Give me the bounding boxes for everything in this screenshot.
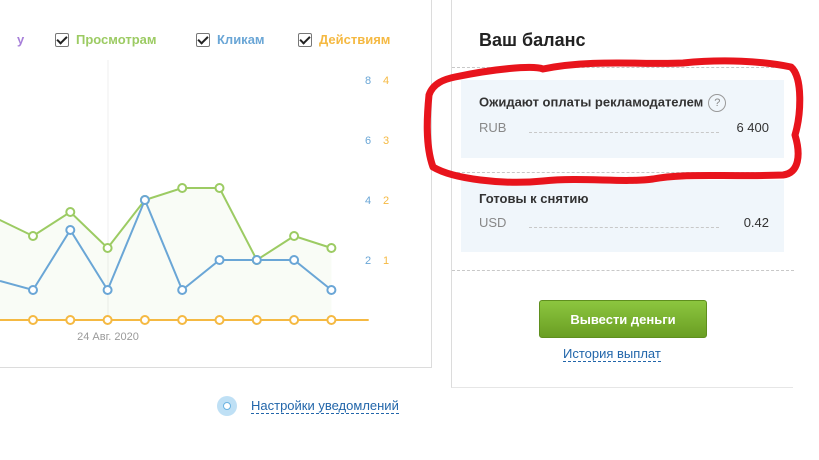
data-point [28,231,38,241]
data-point [289,315,300,325]
data-point [65,225,76,235]
withdraw-button[interactable]: Вывести деньги [539,300,707,338]
payout-history-link[interactable]: История выплат [563,346,661,362]
y-left-tick-label: 8 [365,75,371,87]
eye-icon [217,396,237,416]
divider [452,270,794,271]
x-tick-label: 24 Авг. 2020 [77,331,139,343]
data-point [214,255,225,265]
divider [452,67,794,68]
data-point [139,315,150,325]
y-left-tick-label: 6 [365,135,371,147]
ready-title: Готовы к снятию [479,191,589,206]
data-point [65,207,76,217]
data-point [177,285,188,295]
data-point [251,255,262,265]
notification-settings[interactable]: Настройки уведомлений [217,396,399,416]
y-right-tick-label: 2 [383,195,389,207]
data-point [214,183,225,193]
balance-title: Ваш баланс [479,30,586,50]
data-point [326,243,337,253]
balance-panel: Ваш баланс Ожидают оплаты рекламодателем… [451,0,794,388]
line-chart: 8642432124 Авг. 2020 [0,60,389,343]
data-point [326,285,337,295]
dotted-leader [529,132,719,133]
data-point [326,315,337,325]
pending-balance-card: Ожидают оплаты рекламодателем? RUB 6 400 [461,80,784,158]
dotted-leader [529,227,719,228]
data-point [139,195,150,205]
ready-currency: USD [479,215,507,230]
notification-settings-link[interactable]: Настройки уведомлений [251,398,399,414]
data-point [289,231,300,241]
data-point [177,183,188,193]
y-right-tick-label: 1 [383,255,389,267]
y-left-tick-label: 2 [365,255,371,267]
ready-amount: 0.42 [743,215,769,230]
data-point [65,315,76,325]
data-point [214,315,225,325]
pending-row: RUB 6 400 [479,120,769,138]
pending-currency: RUB [479,120,507,135]
data-point [177,315,188,325]
series-area-views [0,188,332,320]
data-point [28,285,38,295]
stats-chart-panel: у Просмотрам Кликам Действиям 8 6 4 2 4 3 2 1 24… [0,0,432,368]
help-icon[interactable]: ? [708,94,727,112]
ready-row: USD 0.42 [479,215,769,233]
data-point [102,315,113,325]
y-right-tick-label: 3 [383,135,389,147]
pending-amount: 6 400 [736,120,769,135]
data-point [102,243,113,253]
pending-title-text: Ожидают оплаты рекламодателем [479,94,704,110]
y-left-tick-label: 4 [365,195,371,207]
y-right-tick-label: 4 [383,75,389,87]
data-point [102,285,113,295]
ready-balance-card: Готовы к снятию USD 0.42 [461,180,784,252]
data-point [28,315,38,325]
data-point [289,255,300,265]
pending-title: Ожидают оплаты рекламодателем? [479,94,727,112]
data-point [251,315,262,325]
divider [452,172,794,173]
